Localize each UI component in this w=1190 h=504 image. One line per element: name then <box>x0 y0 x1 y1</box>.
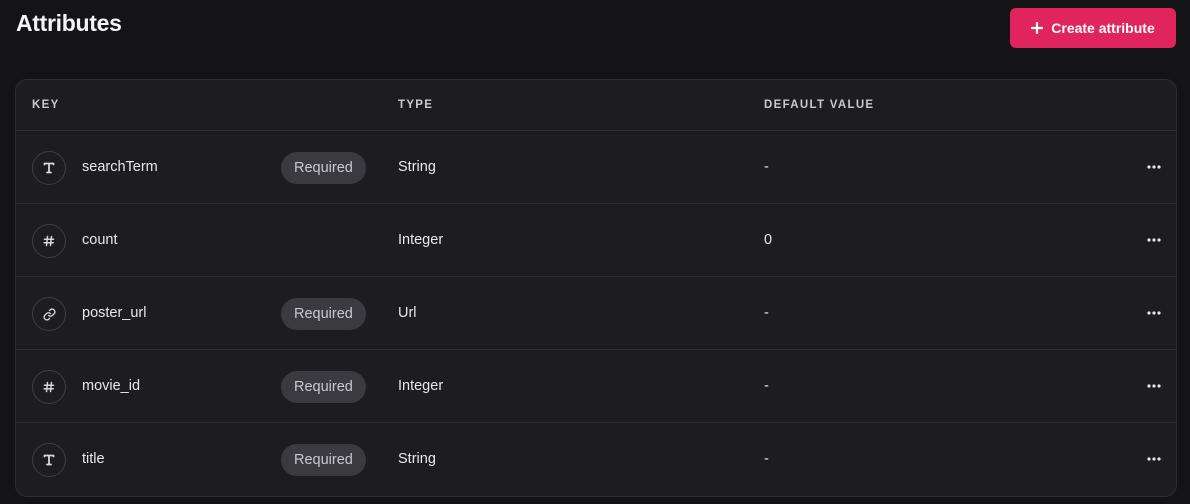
hash-icon <box>32 370 66 404</box>
column-header-type: TYPE <box>398 99 434 111</box>
required-badge: Required <box>281 371 366 403</box>
page-title: Attributes <box>16 10 122 36</box>
required-badge: Required <box>281 444 366 476</box>
more-horizontal-icon <box>1147 311 1161 315</box>
attribute-key: title <box>82 451 105 467</box>
column-header-key: KEY <box>32 99 60 111</box>
attribute-key: poster_url <box>82 305 147 321</box>
attribute-type: Url <box>398 305 417 321</box>
column-header-default-value: DEFAULT VALUE <box>764 99 875 111</box>
attribute-type: Integer <box>398 378 444 394</box>
table-row[interactable]: title Required String - <box>16 423 1176 496</box>
create-attribute-button[interactable]: Create attribute <box>1010 8 1176 48</box>
attribute-key: searchTerm <box>82 159 158 175</box>
more-horizontal-icon <box>1147 457 1161 461</box>
create-attribute-label: Create attribute <box>1051 20 1155 36</box>
more-horizontal-icon <box>1147 384 1161 388</box>
required-badge: Required <box>281 152 366 184</box>
link-icon <box>32 297 66 331</box>
table-row[interactable]: count Integer 0 <box>16 204 1176 277</box>
row-menu-button[interactable] <box>1142 374 1166 398</box>
row-menu-button[interactable] <box>1142 301 1166 325</box>
text-icon <box>32 443 66 477</box>
more-horizontal-icon <box>1147 238 1161 242</box>
attribute-key: movie_id <box>82 378 141 394</box>
text-icon <box>32 151 66 185</box>
required-badge: Required <box>281 298 366 330</box>
table-header: KEY TYPE DEFAULT VALUE <box>16 80 1176 131</box>
row-menu-button[interactable] <box>1142 228 1166 252</box>
attribute-default-value: - <box>764 305 769 321</box>
plus-icon <box>1031 22 1044 34</box>
attribute-type: String <box>398 451 436 467</box>
row-menu-button[interactable] <box>1142 155 1166 179</box>
table-row[interactable]: movie_id Required Integer - <box>16 350 1176 423</box>
attribute-default-value: - <box>764 451 769 467</box>
attribute-default-value: - <box>764 378 769 394</box>
row-menu-button[interactable] <box>1142 447 1166 471</box>
attribute-default-value: 0 <box>764 232 773 248</box>
table-row[interactable]: searchTerm Required String - <box>16 131 1176 204</box>
more-horizontal-icon <box>1147 165 1161 169</box>
attribute-type: Integer <box>398 232 444 248</box>
hash-icon <box>32 224 66 258</box>
attribute-default-value: - <box>764 159 769 175</box>
attribute-type: String <box>398 159 436 175</box>
attributes-table: KEY TYPE DEFAULT VALUE searchTerm Requir… <box>15 79 1177 497</box>
table-row[interactable]: poster_url Required Url - <box>16 277 1176 350</box>
attribute-key: count <box>82 232 118 248</box>
